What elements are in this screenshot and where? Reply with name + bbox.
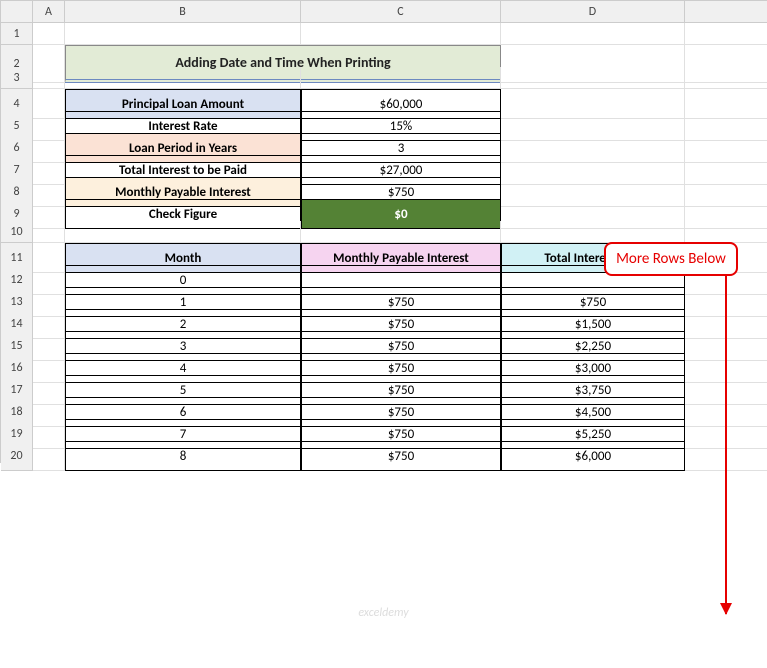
cell-e10[interactable] xyxy=(685,221,767,243)
cell-d10[interactable] xyxy=(501,221,685,243)
cell-d1[interactable] xyxy=(501,23,685,45)
cell-b10[interactable] xyxy=(65,221,301,243)
cell-e1[interactable] xyxy=(685,23,767,45)
cell-a20[interactable] xyxy=(33,441,65,471)
cell-c10[interactable] xyxy=(301,221,501,243)
select-all-corner[interactable] xyxy=(1,1,33,23)
row-header-10[interactable]: 10 xyxy=(1,221,33,243)
annotation-callout: More Rows Below xyxy=(583,242,759,614)
row-header-20[interactable]: 20 xyxy=(1,441,33,471)
row-header-3[interactable]: 3 xyxy=(1,67,33,89)
cell-a10[interactable] xyxy=(33,221,65,243)
cell-a3[interactable] xyxy=(33,67,65,89)
annotation-arrow-icon xyxy=(725,276,727,614)
cell-d3[interactable] xyxy=(501,67,685,89)
col-header-e[interactable] xyxy=(685,1,767,23)
table-cell-month[interactable]: 8 xyxy=(65,441,301,471)
cell-c3[interactable] xyxy=(301,67,501,89)
col-header-a[interactable]: A xyxy=(33,1,65,23)
col-header-d[interactable]: D xyxy=(501,1,685,23)
cell-c1[interactable] xyxy=(301,23,501,45)
cell-a1[interactable] xyxy=(33,23,65,45)
table-cell-monthly[interactable]: $750 xyxy=(301,441,501,471)
cell-b1[interactable] xyxy=(65,23,301,45)
cell-e3[interactable] xyxy=(685,67,767,89)
row-header-1[interactable]: 1 xyxy=(1,23,33,45)
cell-b3[interactable] xyxy=(65,67,301,89)
annotation-text: More Rows Below xyxy=(604,242,738,276)
col-header-b[interactable]: B xyxy=(65,1,301,23)
watermark-text: exceldemy xyxy=(358,606,408,620)
col-header-c[interactable]: C xyxy=(301,1,501,23)
